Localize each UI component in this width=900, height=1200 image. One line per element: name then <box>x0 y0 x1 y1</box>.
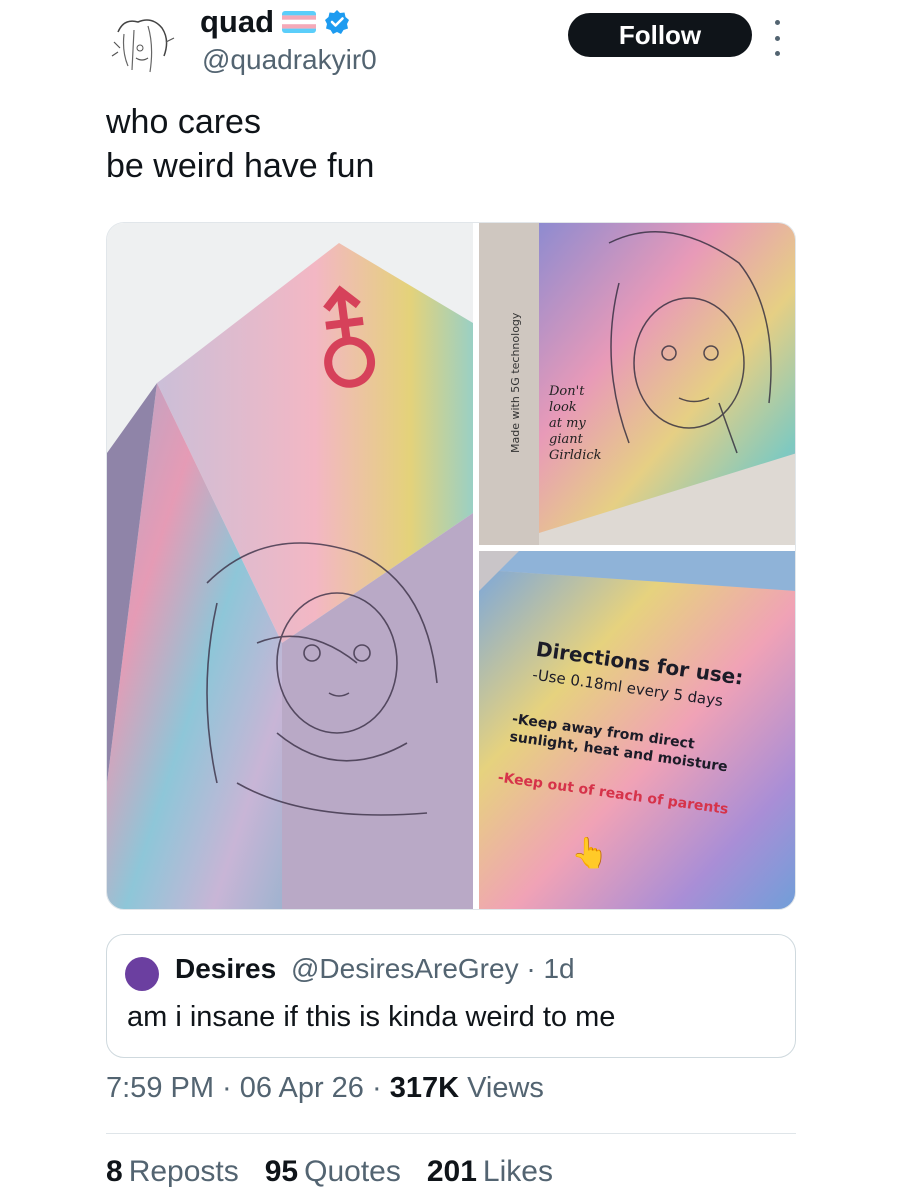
reposts-count: 8 <box>106 1155 123 1188</box>
likes-label: Likes <box>482 1155 553 1188</box>
tweet-timestamp[interactable]: 7:59 PM · 06 Apr 26 · <box>106 1072 390 1104</box>
pointing-hand-icon: 👆 <box>571 835 608 871</box>
sketch-avatar-icon <box>104 12 180 88</box>
quotes-label: Quotes <box>304 1155 401 1188</box>
tweet-text: who cares be weird have fun <box>106 100 374 188</box>
transgender-flag-icon <box>282 11 317 33</box>
views-label: Views <box>459 1072 544 1104</box>
tweet-timestamp-views: 7:59 PM · 06 Apr 26 · 317K Views <box>106 1072 544 1105</box>
likes-count: 201 <box>426 1155 477 1188</box>
more-vertical-icon[interactable] <box>770 20 784 56</box>
quotes-count: 95 <box>264 1155 299 1188</box>
caption-line: giant <box>549 432 584 447</box>
quoted-tweet-text: am i insane if this is kinda weird to me <box>127 1001 616 1033</box>
quoted-author-name[interactable]: Desires <box>175 953 276 985</box>
caption-line: look <box>549 400 577 415</box>
author-handle[interactable]: @quadrakyir0 <box>202 44 377 76</box>
author-avatar[interactable] <box>104 12 180 88</box>
side-text: Made with 5G technology <box>509 312 522 453</box>
divider <box>106 1133 796 1134</box>
tweet-header: quad @quadrakyir0 Follow <box>0 0 900 95</box>
views-count: 317K <box>389 1072 460 1104</box>
verified-badge-icon <box>324 9 350 35</box>
media-photo-box-front[interactable]: ⚦ <box>107 223 473 909</box>
media-photo-box-side[interactable]: Made with 5G technology Don't look at my… <box>479 223 795 545</box>
quoted-tweet-card[interactable]: Desires @DesiresAreGrey · 1d am i insane… <box>106 934 796 1058</box>
caption-line: Girldick <box>549 448 602 463</box>
quoted-author-handle-time[interactable]: @DesiresAreGrey · 1d <box>291 953 575 985</box>
likes-stat[interactable]: 201 Likes <box>427 1155 553 1189</box>
tweet-text-line: be weird have fun <box>106 147 375 185</box>
tweet-text-line: who cares <box>106 103 261 141</box>
engagement-stats: 8 Reposts 95 Quotes 201 Likes <box>106 1155 553 1189</box>
tweet-media-grid[interactable]: ⚦ Made with 5G technology Don't look at … <box>106 222 796 910</box>
caption-line: at my <box>549 416 586 431</box>
author-name-row[interactable]: quad <box>200 4 350 40</box>
author-display-name[interactable]: quad <box>200 4 274 40</box>
caption-line: Don't <box>548 384 585 399</box>
quoted-author-avatar[interactable] <box>125 957 159 991</box>
reposts-stat[interactable]: 8 Reposts <box>106 1155 239 1189</box>
quotes-stat[interactable]: 95 Quotes <box>265 1155 401 1189</box>
reposts-label: Reposts <box>128 1155 239 1188</box>
follow-button[interactable]: Follow <box>568 13 752 57</box>
media-photo-box-back[interactable]: Directions for use: -Use 0.18ml every 5 … <box>479 551 795 909</box>
